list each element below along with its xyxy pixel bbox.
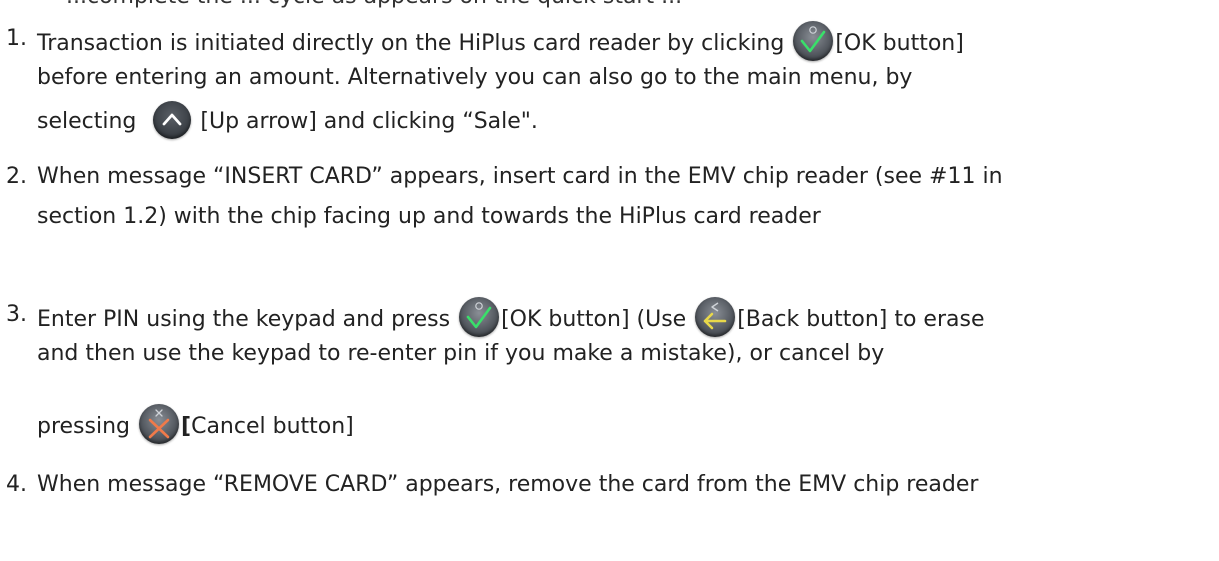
- up-arrow-button-icon: [153, 101, 192, 139]
- step-1-line-3: selecting [Up arrow] and clicking “Sale"…: [37, 101, 538, 141]
- bracket: [: [181, 414, 192, 439]
- cancel-button-icon: [139, 404, 180, 444]
- step-text: Enter PIN using the keypad and press: [37, 307, 451, 332]
- step-number: 2.: [6, 164, 27, 189]
- step-text: [Up arrow] and clicking “Sale".: [200, 109, 538, 134]
- step-text: Transaction is initiated directly on the…: [37, 31, 785, 56]
- step-text: [OK button]: [835, 31, 964, 56]
- ok-button-icon: [459, 297, 500, 337]
- step-text: [OK button] (Use: [501, 307, 687, 332]
- ok-button-icon: [793, 21, 834, 61]
- step-text: When message “INSERT CARD” appears, inse…: [37, 164, 1003, 189]
- clipped-header-line: ...complete the ... cycle as appears on …: [0, 0, 1219, 8]
- step-text: Cancel button]: [191, 414, 354, 439]
- step-text: [Back button] to erase: [737, 307, 985, 332]
- step-3-line-3: pressing [Cancel button]: [37, 404, 354, 447]
- header-fragment: ...complete the ... cycle as appears on …: [66, 0, 682, 8]
- step-3-line-2: and then use the keypad to re-enter pin …: [37, 341, 885, 366]
- step-1-line-2: before entering an amount. Alternatively…: [37, 65, 913, 90]
- back-button-icon: [695, 297, 736, 337]
- step-number: 3.: [6, 302, 27, 327]
- step-number: 1.: [6, 26, 27, 51]
- step-text: When message “REMOVE CARD” appears, remo…: [37, 472, 979, 497]
- step-number: 4.: [6, 472, 27, 497]
- step-text: pressing: [37, 414, 131, 439]
- step-2-line-2: section 1.2) with the chip facing up and…: [37, 204, 821, 229]
- step-text: selecting: [37, 109, 137, 134]
